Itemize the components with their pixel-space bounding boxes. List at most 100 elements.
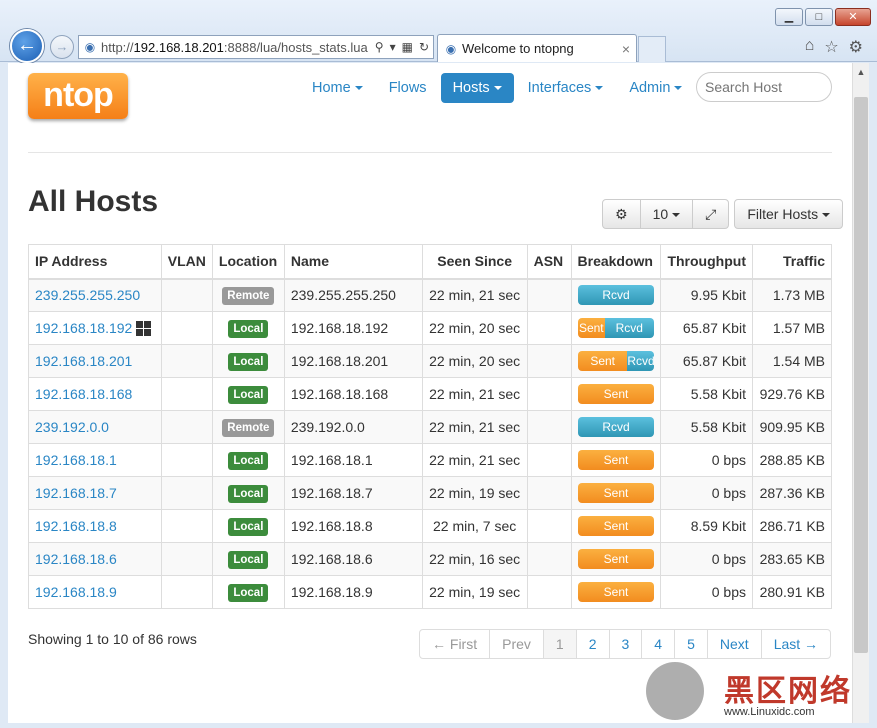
pager-item[interactable]: 5 [674,629,708,659]
cell-throughput: 0 bps [660,476,753,510]
cell-asn [526,344,572,378]
page-size-button[interactable]: 10 [639,199,694,229]
cell-throughput: 65.87 Kbit [660,344,753,378]
ntop-logo[interactable]: ntop [28,73,128,119]
col-ip-address[interactable]: IP Address [28,244,162,280]
nav-home[interactable]: Home [300,73,375,103]
host-ip-link[interactable]: 192.168.18.6 [35,551,117,567]
tab-close-icon[interactable]: × [622,41,630,57]
filter-hosts-button[interactable]: Filter Hosts [734,199,844,229]
search-icon[interactable]: ⚲ [375,40,384,54]
nav-home-label: Home [312,80,351,96]
table-row: 192.168.18.1 Local 192.168.18.1 22 min, 21 … [28,443,833,477]
address-bar[interactable]: ◉ http://192.168.18.201:8888/lua/hosts_s… [78,35,434,59]
pager-item: ← First [419,629,491,659]
favorites-star-icon[interactable]: ☆ [824,37,838,57]
host-ip-link[interactable]: 192.168.18.168 [35,386,132,402]
traffic-breakdown-bar: Rcvd [577,417,654,437]
cell-breakdown: Sent Rcvd [570,311,662,345]
sent-segment: Sent [577,384,654,404]
pager-item[interactable]: Last → [760,629,832,659]
cell-throughput: 5.58 Kbit [660,410,753,444]
columns-settings-button[interactable]: ⚙ [602,199,641,229]
col-traffic[interactable]: Traffic [751,244,833,280]
refresh-icon[interactable]: ↻ [419,40,429,54]
filter-hosts-label: Filter Hosts [747,206,819,222]
cell-location: Remote [211,410,285,444]
nav-hosts[interactable]: Hosts [440,73,514,103]
cell-vlan [160,476,213,510]
scroll-thumb[interactable] [854,97,868,653]
host-ip-link[interactable]: 192.168.18.1 [35,452,117,468]
cell-breakdown: Sent [570,575,662,609]
nav-interfaces-label: Interfaces [527,80,592,96]
cell-throughput: 5.58 Kbit [660,377,753,411]
cell-name: 192.168.18.6 [283,542,423,576]
cell-traffic: 286.71 KB [751,509,833,543]
pager-item[interactable]: 4 [641,629,676,659]
rcvd-segment: Rcvd [577,417,654,437]
main-nav: Home Flows Hosts Interfaces Admin [300,73,696,103]
expand-icon: ⤢ [705,206,717,222]
fullscreen-button[interactable]: ⤢ [692,199,730,229]
location-badge: Local [228,352,269,371]
cell-vlan [160,575,213,609]
col-location[interactable]: Location [211,244,285,280]
search-host-input[interactable] [696,72,832,102]
col-vlan[interactable]: VLAN [160,244,213,280]
location-badge: Local [228,385,269,404]
nav-interfaces[interactable]: Interfaces [516,73,616,103]
maximize-button[interactable]: □ [805,8,833,26]
vertical-scrollbar[interactable]: ▲ [852,63,869,723]
col-seen-since[interactable]: Seen Since [421,244,528,280]
compat-view-icon[interactable]: ▦ [402,40,413,54]
forward-button[interactable]: → [50,35,74,59]
nav-admin-label: Admin [629,80,671,96]
pager-item[interactable]: 2 [575,629,610,659]
nav-flows-label: Flows [388,80,427,96]
close-window-button[interactable]: ✕ [835,8,871,26]
browser-tab[interactable]: ◉ Welcome to ntopng × [437,34,637,62]
home-icon[interactable]: ⌂ [805,37,815,57]
new-tab-button[interactable] [638,36,666,62]
pager-item[interactable]: 3 [608,629,643,659]
host-ip-link[interactable]: 192.168.18.192 [35,320,132,336]
scroll-up-arrow-icon[interactable]: ▲ [853,63,869,81]
host-ip-link[interactable]: 239.192.0.0 [35,419,109,435]
cell-seen-since: 22 min, 21 sec [421,410,528,444]
nav-admin[interactable]: Admin [617,73,694,103]
cell-name: 192.168.18.8 [283,509,423,543]
nav-flows[interactable]: Flows [377,73,439,103]
cell-asn [526,575,572,609]
col-name[interactable]: Name [283,244,423,280]
cell-name: 192.168.18.1 [283,443,423,477]
cell-throughput: 0 bps [660,542,753,576]
col-asn[interactable]: ASN [526,244,572,280]
host-ip-link[interactable]: 239.255.255.250 [35,287,140,303]
cell-name: 239.192.0.0 [283,410,423,444]
cell-vlan [160,443,213,477]
watermark-url: www.Linuxidc.com [724,706,815,718]
cell-asn [526,443,572,477]
dropdown-icon[interactable]: ▾ [390,40,396,54]
host-ip-link[interactable]: 192.168.18.7 [35,485,117,501]
col-breakdown[interactable]: Breakdown [570,244,662,280]
table-row: 192.168.18.192 Local 192.168.18.192 22 min,… [28,311,833,345]
browser-chrome: ▁ □ ✕ ← → ◉ http://192.168.18.201:8888/l… [0,0,877,63]
caret-down-icon [674,86,683,91]
cell-ip: 192.168.18.168 [28,377,162,411]
settings-gear-icon[interactable]: ⚙ [849,37,863,57]
minimize-button[interactable]: ▁ [775,8,803,26]
host-ip-link[interactable]: 192.168.18.9 [35,584,117,600]
watermark: 黑区网络 www.Linuxidc.com [640,660,877,728]
location-badge: Local [228,550,269,569]
col-throughput[interactable]: Throughput [660,244,753,280]
window-controls: ▁ □ ✕ [775,8,871,26]
browser-toolbar-icons: ⌂ ☆ ⚙ [805,37,863,57]
cell-throughput: 8.59 Kbit [660,509,753,543]
back-button[interactable]: ← [10,29,44,63]
host-ip-link[interactable]: 192.168.18.8 [35,518,117,534]
cell-breakdown: Sent [570,443,662,477]
pager-item[interactable]: Next [706,629,762,659]
host-ip-link[interactable]: 192.168.18.201 [35,353,132,369]
